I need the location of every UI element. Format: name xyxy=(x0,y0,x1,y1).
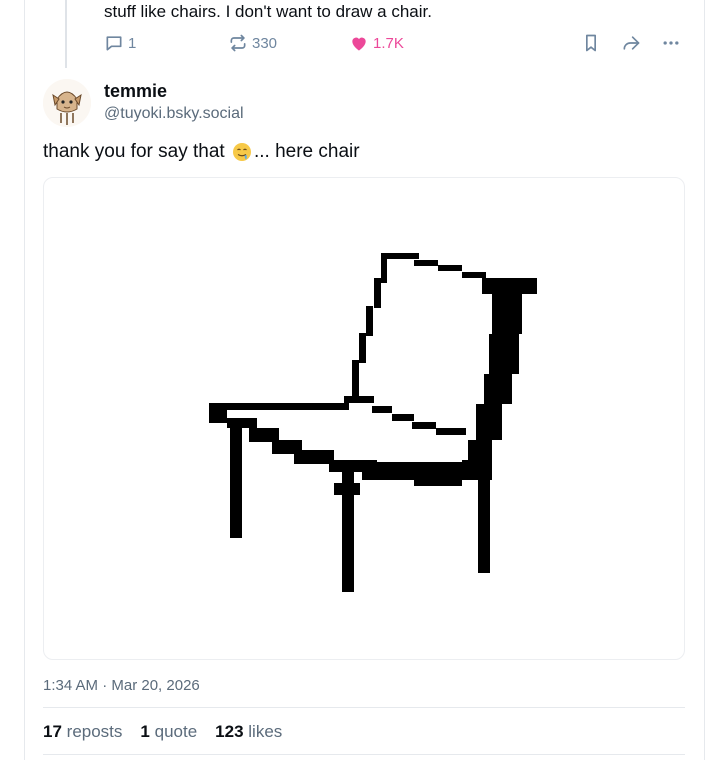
quotes-label: quote xyxy=(154,722,198,741)
author-name[interactable]: temmie xyxy=(104,80,167,102)
likes-label: likes xyxy=(248,722,283,741)
avatar-image xyxy=(43,79,91,127)
reply-button[interactable]: 1 xyxy=(104,31,136,55)
likes-stat[interactable]: 123 likes xyxy=(215,720,282,744)
post-text-after: ... here chair xyxy=(253,141,360,162)
quotes-count: 1 xyxy=(140,722,150,741)
share-arrow-icon xyxy=(623,36,640,50)
heart-icon xyxy=(352,37,366,51)
quotes-stat[interactable]: 1 quote xyxy=(140,720,197,744)
post-timestamp[interactable]: 1:34 AM · Mar 20, 2026 xyxy=(43,676,200,696)
author-handle[interactable]: @tuyoki.bsky.social xyxy=(104,104,244,124)
post-text-before: thank you for say that xyxy=(43,141,230,162)
likes-count: 123 xyxy=(215,722,244,741)
post-stats: 17 reposts 1 quote 123 likes xyxy=(43,720,282,744)
parent-post-actions: 1 330 1.7K xyxy=(104,31,684,55)
repost-arrows-icon xyxy=(230,34,246,52)
bookmark-icon xyxy=(586,34,596,52)
feed-right-border xyxy=(704,0,705,760)
drooling-face-emoji-icon xyxy=(232,143,251,161)
repost-count: 330 xyxy=(252,34,278,52)
like-count: 1.7K xyxy=(373,34,404,52)
thread-connector-line xyxy=(65,0,67,68)
parent-post-text: stuff like chairs. I don't want to draw … xyxy=(104,2,432,21)
more-options-button[interactable] xyxy=(660,31,682,55)
reply-count: 1 xyxy=(128,34,137,52)
feed-left-border xyxy=(24,0,25,760)
reposts-stat[interactable]: 17 reposts xyxy=(43,720,122,744)
repost-button[interactable]: 330 xyxy=(228,31,277,55)
stats-divider-bottom xyxy=(43,754,685,755)
avatar[interactable] xyxy=(43,79,91,127)
stats-divider-top xyxy=(43,707,685,708)
reposts-count: 17 xyxy=(43,722,62,741)
post-text: thank you for say that ... here chair xyxy=(43,139,360,165)
reposts-label: reposts xyxy=(66,722,123,741)
share-button[interactable] xyxy=(620,31,642,55)
speech-bubble-icon xyxy=(106,36,122,51)
chair-drawing xyxy=(209,253,537,592)
bookmark-button[interactable] xyxy=(581,31,601,55)
ellipsis-icon xyxy=(663,41,679,45)
like-button[interactable]: 1.7K xyxy=(349,31,404,55)
post-image[interactable] xyxy=(43,177,685,660)
